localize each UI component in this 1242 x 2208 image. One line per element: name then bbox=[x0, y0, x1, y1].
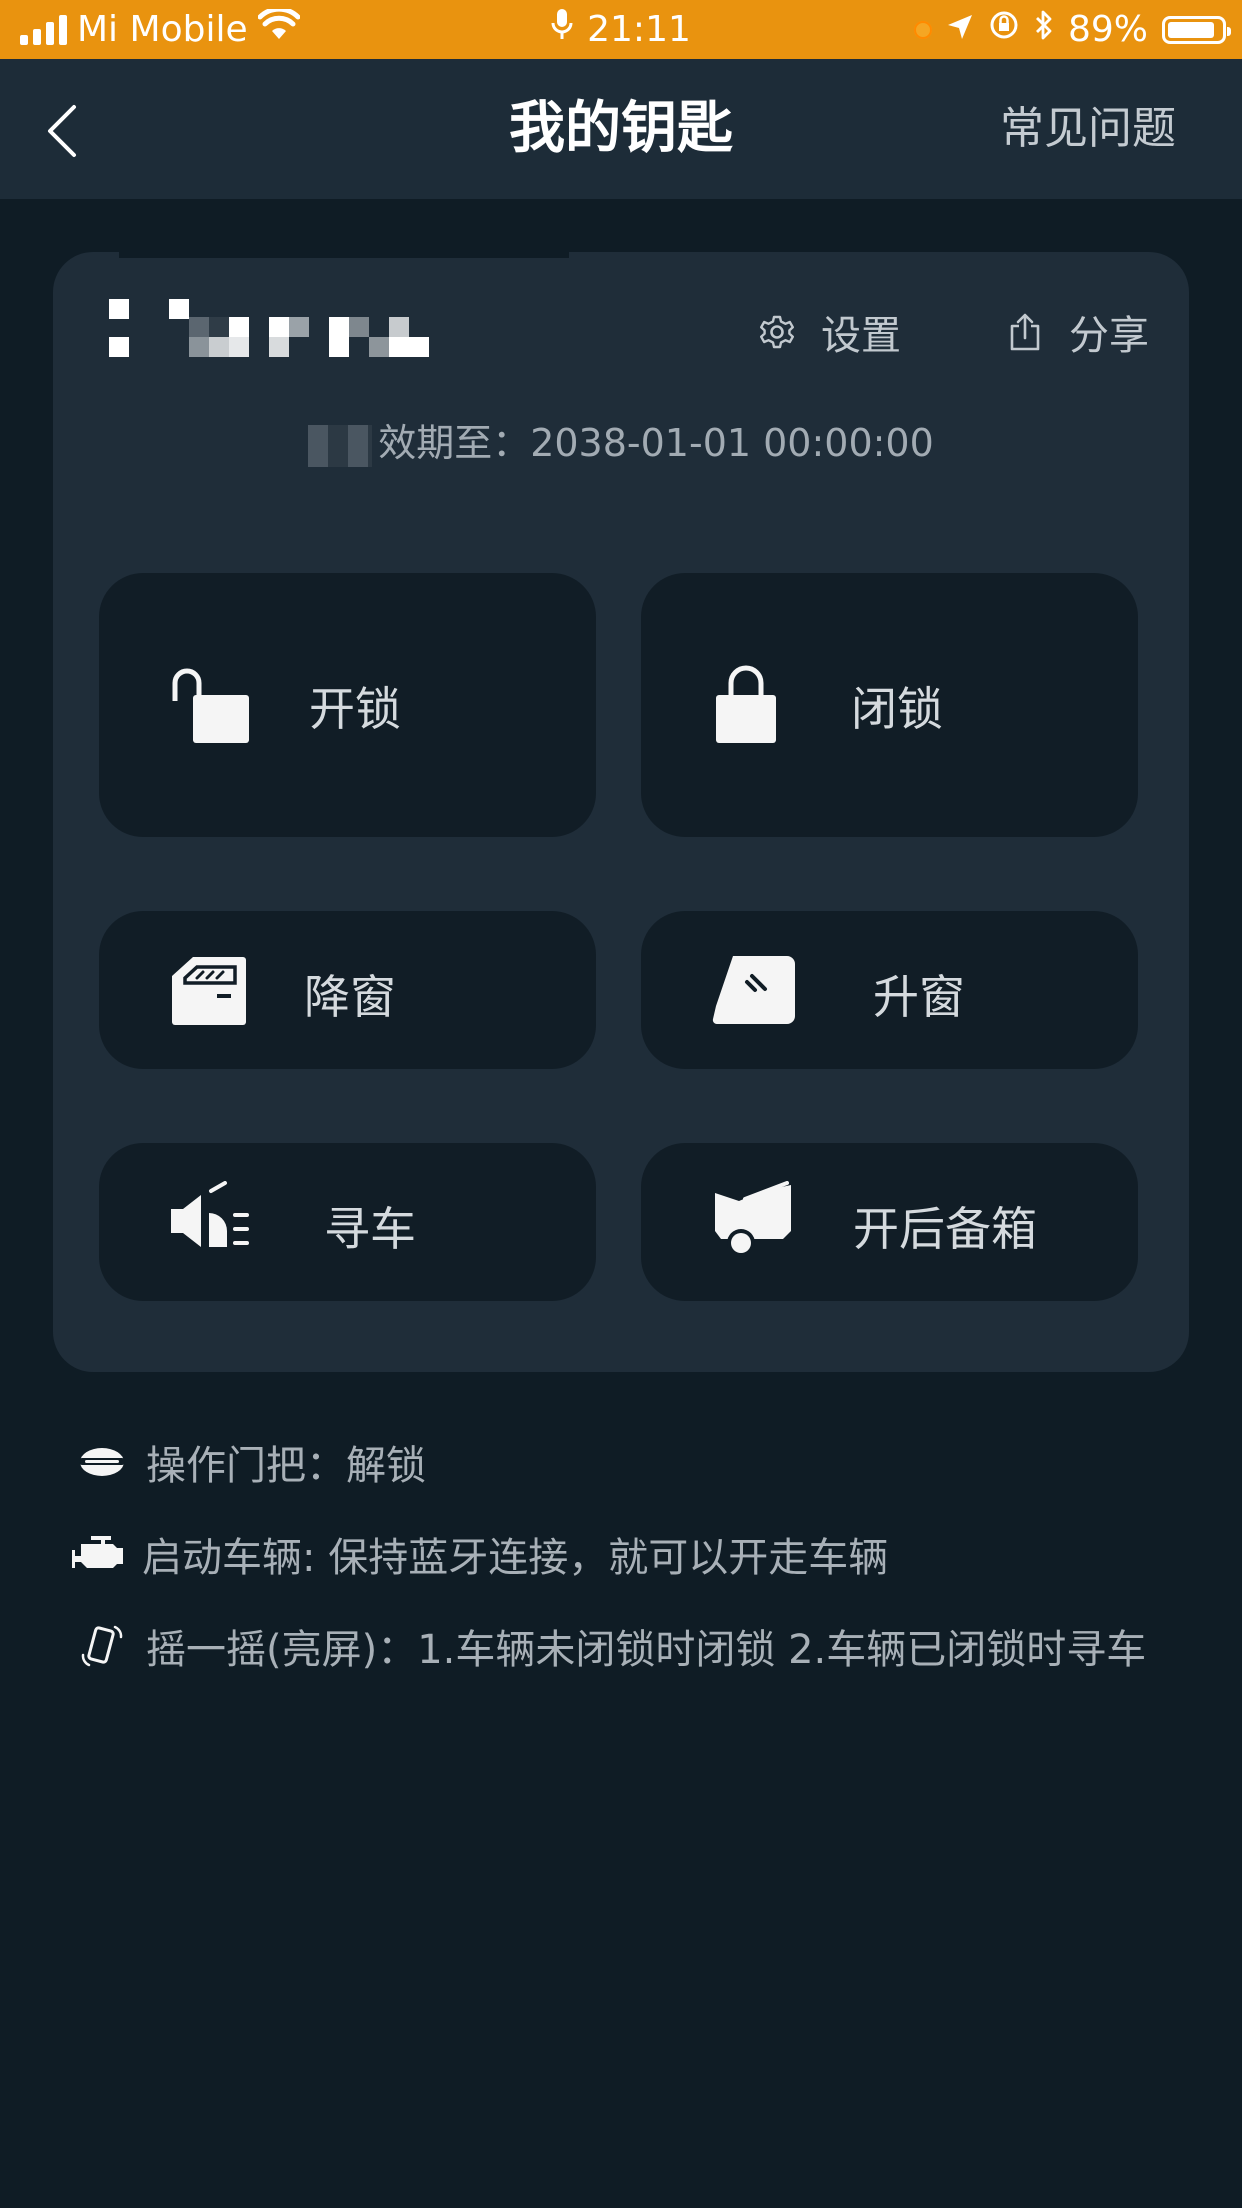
redacted-text bbox=[308, 424, 373, 467]
share-label: 分享 bbox=[1069, 313, 1149, 359]
window-up-label: 升窗 bbox=[873, 970, 965, 1024]
open-trunk-label: 开后备箱 bbox=[853, 1202, 1037, 1256]
open-trunk-button[interactable]: 开后备箱 bbox=[641, 1143, 1138, 1301]
battery-percent: 89% bbox=[1067, 9, 1148, 50]
faq-link[interactable]: 常见问题 bbox=[1000, 59, 1176, 199]
window-down-icon bbox=[172, 957, 246, 1025]
horn-icon bbox=[171, 1181, 249, 1247]
location-arrow-icon bbox=[946, 0, 974, 59]
microphone-icon bbox=[551, 0, 573, 59]
tip-start-vehicle: 启动车辆: 保持蓝牙连接，就可以开走车辆 bbox=[68, 1524, 888, 1584]
door-handle-icon bbox=[72, 1432, 132, 1492]
unlock-button[interactable]: 开锁 bbox=[99, 573, 596, 837]
battery-icon bbox=[1162, 15, 1231, 44]
status-bar: Mi Mobile 21:11 89% bbox=[0, 0, 1242, 59]
window-up-button[interactable]: 升窗 bbox=[641, 911, 1138, 1069]
orientation-lock-icon bbox=[988, 0, 1020, 59]
unlock-label: 开锁 bbox=[309, 682, 401, 736]
lock-label: 闭锁 bbox=[851, 682, 943, 736]
navigation-bar: 我的钥匙 常见问题 bbox=[0, 59, 1242, 199]
shake-phone-icon bbox=[72, 1616, 132, 1676]
validity-period: 效期至：2038-01-01 00:00:00 bbox=[53, 412, 1189, 467]
engine-icon bbox=[68, 1524, 128, 1584]
unlock-icon bbox=[172, 668, 249, 743]
redacted-key-name bbox=[109, 297, 433, 359]
window-down-button[interactable]: 降窗 bbox=[99, 911, 596, 1069]
tip-door-handle-text: 操作门把：解锁 bbox=[146, 1443, 426, 1489]
lock-icon bbox=[716, 665, 776, 743]
settings-button[interactable]: 设置 bbox=[759, 302, 901, 362]
share-icon bbox=[1010, 313, 1040, 351]
tip-door-handle: 操作门把：解锁 bbox=[72, 1432, 426, 1492]
bluetooth-icon bbox=[1034, 0, 1054, 59]
tip-start-vehicle-text: 启动车辆: 保持蓝牙连接，就可以开走车辆 bbox=[142, 1535, 889, 1581]
tip-shake-text: 摇一摇(亮屏)：1.车辆未闭锁时闭锁 2.车辆已闭锁时寻车 bbox=[146, 1627, 1147, 1673]
tip-shake: 摇一摇(亮屏)：1.车辆未闭锁时闭锁 2.车辆已闭锁时寻车 bbox=[72, 1616, 1146, 1676]
gear-icon bbox=[760, 315, 794, 349]
find-car-button[interactable]: 寻车 bbox=[99, 1143, 596, 1301]
trunk-icon bbox=[715, 1181, 791, 1257]
recording-dot-icon bbox=[913, 20, 932, 39]
validity-text: 效期至：2038-01-01 00:00:00 bbox=[378, 421, 934, 465]
redaction-bar bbox=[119, 252, 569, 258]
status-time: 21:11 bbox=[587, 9, 691, 50]
window-up-icon bbox=[712, 956, 795, 1025]
settings-label: 设置 bbox=[821, 313, 901, 359]
window-down-label: 降窗 bbox=[304, 970, 396, 1024]
find-car-label: 寻车 bbox=[324, 1202, 416, 1256]
key-card: 设置 分享 效期至：2038-01-01 00:00:00 开锁 闭锁 降窗 升… bbox=[53, 252, 1189, 1372]
share-button[interactable]: 分享 bbox=[1007, 302, 1149, 362]
lock-button[interactable]: 闭锁 bbox=[641, 573, 1138, 837]
